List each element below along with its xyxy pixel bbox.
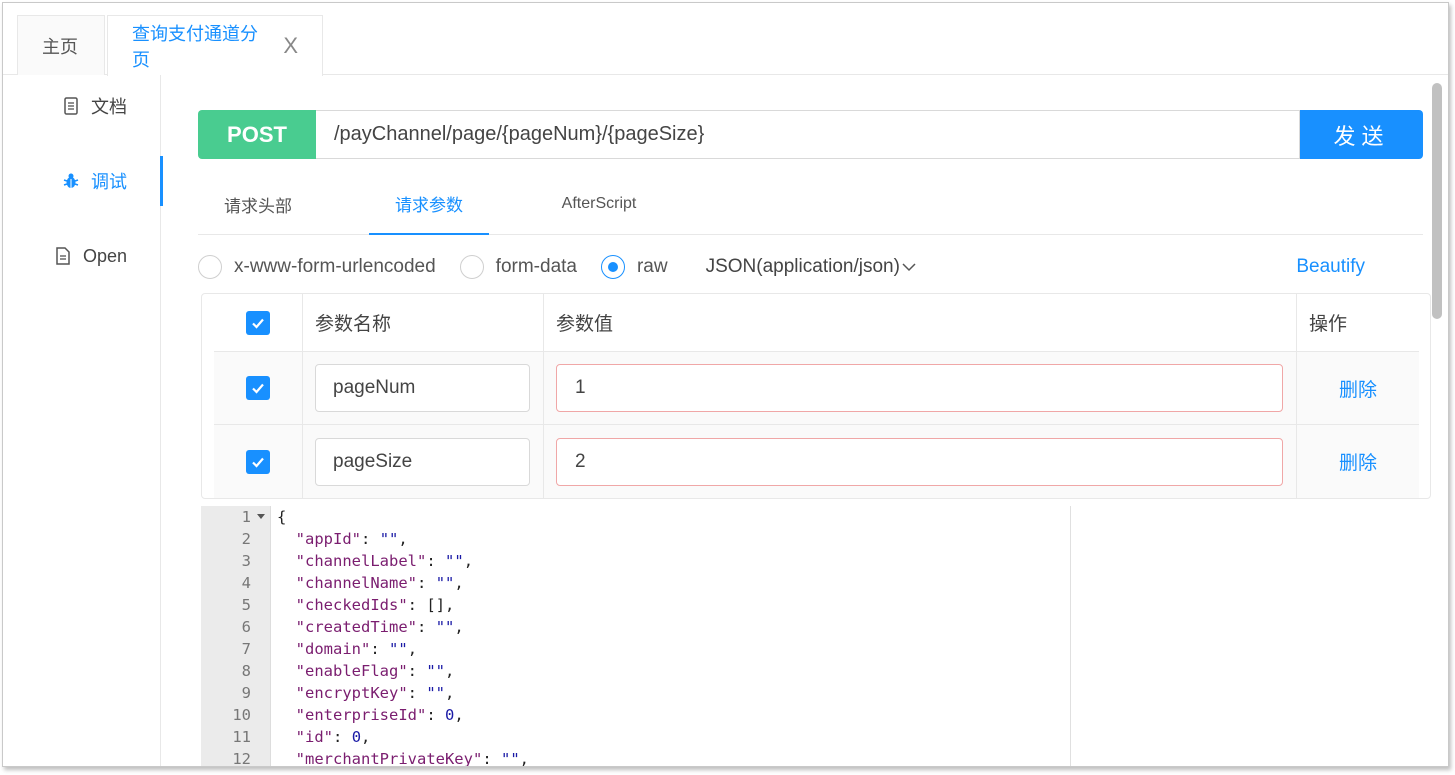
beautify-button[interactable]: Beautify: [1296, 256, 1365, 278]
code-area[interactable]: { "appId": "", "channelLabel": "", "chan…: [271, 506, 1071, 767]
code-line: "merchantPrivateKey": "",: [295, 750, 530, 767]
tab-home-label: 主页: [42, 36, 78, 57]
line-number: 7: [241, 640, 251, 658]
content-type-label: JSON(application/json): [705, 256, 900, 277]
fold-arrow-icon[interactable]: [257, 514, 265, 519]
body-type-selector: x-www-form-urlencoded form-data raw JSON…: [198, 251, 1423, 283]
tab-request-params[interactable]: 请求参数: [369, 173, 489, 235]
json-body-editor[interactable]: 1 2 3 4 5 6 7 8 9 10 11 12 { "appId": "", "channelL…: [201, 506, 1071, 767]
tab-active-label: 查询支付通道分页: [132, 24, 258, 70]
side-nav: 文档 调试 Open: [17, 75, 163, 766]
line-number: 6: [241, 618, 251, 636]
row-checkbox-cell: [214, 352, 303, 424]
delete-link[interactable]: 删除: [1297, 352, 1419, 424]
code-line: "enterpriseId": 0,: [295, 706, 464, 724]
nav-item-open[interactable]: Open: [17, 231, 161, 281]
radio-raw[interactable]: raw: [600, 255, 668, 279]
code-line: "checkedIds": [],: [295, 596, 455, 614]
code-line: "channelName": "",: [295, 574, 464, 592]
nav-item-debug[interactable]: 调试: [17, 156, 163, 206]
file-icon: [53, 246, 73, 266]
select-all-checkbox[interactable]: [246, 310, 270, 335]
debug-panel: POST /payChannel/page/{pageNum}/{pageSiz…: [161, 75, 1436, 767]
nav-debug-label: 调试: [91, 172, 127, 192]
nav-item-doc[interactable]: 文档: [17, 81, 161, 131]
row-checkbox[interactable]: [246, 376, 270, 400]
code-line: "channelLabel": "",: [295, 552, 474, 570]
code-line: "appId": "",: [295, 530, 408, 548]
column-header-value: 参数值: [544, 294, 1297, 351]
line-number: 10: [232, 706, 251, 724]
param-value-cell: 1: [544, 352, 1297, 424]
nav-doc-label: 文档: [91, 97, 127, 117]
code-line: "domain": "",: [295, 640, 418, 658]
line-number: 8: [241, 662, 251, 680]
code-line: {: [277, 508, 287, 526]
request-bar: POST /payChannel/page/{pageNum}/{pageSiz…: [198, 110, 1423, 159]
bug-icon: [61, 171, 81, 191]
table-header-row: 参数名称 参数值 操作: [214, 294, 1419, 352]
code-line: "createdTime": "",: [295, 618, 464, 636]
method-badge[interactable]: POST: [198, 110, 316, 159]
line-number: 3: [241, 552, 251, 570]
tab-home[interactable]: 主页: [17, 15, 105, 75]
request-subtabs: 请求头部 请求参数 AfterScript: [198, 173, 1423, 235]
column-header-name: 参数名称: [303, 294, 544, 351]
delete-link[interactable]: 删除: [1297, 425, 1419, 498]
radio-urlencoded[interactable]: x-www-form-urlencoded: [198, 255, 436, 279]
close-icon[interactable]: X: [283, 35, 298, 57]
radio-formdata-label: form-data: [495, 256, 577, 277]
table-row: pageSize 2 删除: [214, 425, 1419, 498]
line-number: 4: [241, 574, 251, 592]
radio-urlencoded-label: x-www-form-urlencoded: [234, 256, 436, 277]
tab-request-headers[interactable]: 请求头部: [198, 173, 318, 235]
tab-query-pay-channel[interactable]: 查询支付通道分页 X: [107, 15, 323, 76]
header-checkbox-cell: [214, 294, 303, 351]
code-line: "encryptKey": "",: [295, 684, 455, 702]
line-number: 1: [241, 508, 251, 526]
table-row: pageNum 1 删除: [214, 352, 1419, 425]
param-name-cell: pageNum: [303, 352, 544, 424]
scrollbar-thumb[interactable]: [1432, 83, 1442, 319]
radio-circle-selected[interactable]: [600, 255, 625, 279]
radio-raw-label: raw: [636, 256, 668, 277]
param-value-input[interactable]: 2: [556, 437, 1283, 486]
param-name-input[interactable]: pageNum: [315, 364, 530, 412]
code-line: "enableFlag": "",: [295, 662, 455, 680]
radio-formdata[interactable]: form-data: [459, 255, 577, 279]
column-header-action: 操作: [1309, 314, 1348, 335]
param-value-cell: 2: [544, 425, 1297, 498]
params-table: 参数名称 参数值 操作 pageNum 1 删除 pageSize 2 删除: [201, 293, 1431, 499]
line-number-gutter: 1 2 3 4 5 6 7 8 9 10 11 12: [201, 506, 271, 767]
send-button[interactable]: 发送: [1300, 110, 1423, 159]
chevron-down-icon: [902, 256, 916, 278]
tab-bar: 主页 查询支付通道分页 X: [3, 3, 1448, 76]
app-window: 主页 查询支付通道分页 X 文档 调试 Open POST /payChanne…: [2, 2, 1449, 767]
content-type-select[interactable]: JSON(application/json): [706, 256, 916, 278]
row-checkbox[interactable]: [246, 449, 270, 474]
param-value-input[interactable]: 1: [556, 364, 1283, 412]
document-icon: [61, 96, 81, 116]
param-name-input[interactable]: pageSize: [315, 437, 530, 486]
row-checkbox-cell: [214, 425, 303, 498]
line-number: 11: [232, 728, 251, 746]
line-number: 12: [232, 750, 251, 767]
radio-circle[interactable]: [198, 255, 222, 279]
code-line: "id": 0,: [295, 728, 371, 746]
line-number: 2: [241, 530, 251, 548]
line-number: 9: [241, 684, 251, 702]
param-name-cell: pageSize: [303, 425, 544, 498]
line-number: 5: [241, 596, 251, 614]
radio-circle[interactable]: [459, 255, 484, 279]
nav-open-label: Open: [83, 245, 128, 266]
tab-after-script[interactable]: AfterScript: [538, 173, 660, 235]
url-input[interactable]: /payChannel/page/{pageNum}/{pageSize}: [316, 110, 1300, 159]
vertical-scrollbar[interactable]: [1432, 79, 1442, 765]
